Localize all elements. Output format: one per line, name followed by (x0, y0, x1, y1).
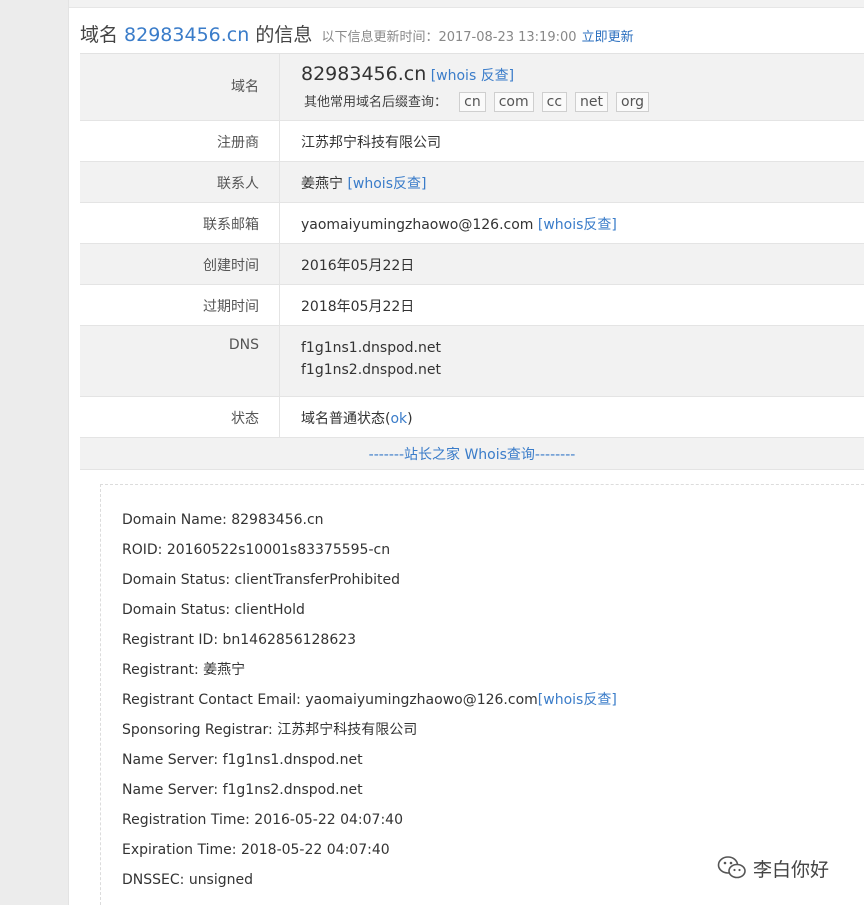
whois-email-text: Registrant Contact Email: yaomaiyumingzh… (122, 692, 538, 708)
row-domain: 域名 82983456.cn [whois 反查] 其他常用域名后缀查询： cn… (80, 54, 864, 121)
whois-line: DNSSEC: unsigned (122, 872, 254, 888)
title-domain[interactable]: 82983456.cn (124, 24, 249, 46)
whois-line: Registrant ID: bn1462856128623 (122, 632, 357, 648)
expire-value: 2018年05月22日 (301, 299, 415, 315)
left-gutter (0, 0, 68, 905)
row-contact: 联系人 姜燕宁 [whois反查] (80, 162, 864, 203)
created-label: 创建时间 (80, 244, 280, 284)
contact-whois-link[interactable]: [whois反查] (347, 176, 426, 192)
dns-label: DNS (80, 326, 280, 396)
contact-value: 姜燕宁 (301, 176, 343, 192)
contact-label: 联系人 (80, 162, 280, 202)
whois-line: Domain Status: clientHold (122, 602, 305, 618)
row-status: 状态 域名普通状态(ok) (80, 397, 864, 438)
suffix-com[interactable]: com (493, 92, 534, 112)
whois-line: Sponsoring Registrar: 江苏邦宁科技有限公司 (122, 722, 418, 738)
status-label: 状态 (80, 397, 280, 437)
whois-line: Name Server: f1g1ns2.dnspod.net (122, 782, 363, 798)
watermark: 李白你好 (717, 853, 829, 883)
registrar-label: 注册商 (80, 121, 280, 161)
suffix-cc[interactable]: cc (541, 92, 568, 112)
status-ok-link[interactable]: ok (390, 411, 407, 427)
update-now-link[interactable]: 立即更新 (582, 30, 634, 45)
domain-info-table: 域名 82983456.cn [whois 反查] 其他常用域名后缀查询： cn… (80, 53, 864, 470)
email-label: 联系邮箱 (80, 203, 280, 243)
whois-line: Registration Time: 2016-05-22 04:07:40 (122, 812, 403, 828)
gutter-divider (68, 0, 69, 905)
whois-line: Expiration Time: 2018-05-22 04:07:40 (122, 842, 390, 858)
whois-line: Domain Status: clientTransferProhibited (122, 572, 401, 588)
suffix-cn[interactable]: cn (459, 92, 486, 112)
top-strip (69, 0, 864, 8)
update-time: 以下信息更新时间：2017-08-23 13:19:00 (321, 30, 577, 45)
title-prefix: 域名 (80, 24, 125, 46)
whois-raw-box: Domain Name: 82983456.cn ROID: 20160522s… (100, 484, 864, 905)
email-whois-link[interactable]: [whois反查] (538, 217, 617, 233)
status-suffix: ) (407, 411, 413, 427)
domain-value: 82983456.cn (301, 63, 427, 85)
row-dns: DNS f1g1ns1.dnspod.net f1g1ns2.dnspod.ne… (80, 326, 864, 397)
dns-server: f1g1ns2.dnspod.net (301, 362, 441, 378)
whois-line: Name Server: f1g1ns1.dnspod.net (122, 752, 363, 768)
whois-line: Registrant: 姜燕宁 (122, 662, 246, 678)
row-expire: 过期时间 2018年05月22日 (80, 285, 864, 326)
suffix-prompt: 其他常用域名后缀查询： (304, 95, 448, 110)
page-title: 域名 82983456.cn 的信息 以下信息更新时间：2017-08-23 1… (80, 20, 864, 50)
row-registrar: 注册商 江苏邦宁科技有限公司 (80, 121, 864, 162)
whois-banner: -------站长之家 Whois查询-------- (80, 438, 864, 470)
whois-line-email: Registrant Contact Email: yaomaiyumingzh… (122, 689, 617, 719)
registrar-value: 江苏邦宁科技有限公司 (301, 135, 441, 151)
expire-label: 过期时间 (80, 285, 280, 325)
suffix-query: 其他常用域名后缀查询： cn com cc net org (301, 91, 864, 112)
watermark-text: 李白你好 (753, 858, 830, 881)
created-value: 2016年05月22日 (301, 258, 415, 274)
email-value: yaomaiyumingzhaowo@126.com (301, 217, 534, 233)
suffix-net[interactable]: net (575, 92, 609, 112)
row-created: 创建时间 2016年05月22日 (80, 244, 864, 285)
whois-reverse-link[interactable]: [whois 反查] (431, 68, 514, 84)
suffix-org[interactable]: org (616, 92, 649, 112)
whois-line: Domain Name: 82983456.cn (122, 512, 324, 528)
whois-line: ROID: 20160522s10001s83375595-cn (122, 542, 391, 558)
dns-values: f1g1ns1.dnspod.net f1g1ns2.dnspod.net (280, 326, 864, 396)
whois-email-reverse-link[interactable]: [whois反查] (538, 692, 617, 708)
wechat-icon (717, 856, 746, 879)
domain-label: 域名 (80, 54, 280, 120)
title-suffix: 的信息 (249, 24, 313, 46)
row-email: 联系邮箱 yaomaiyumingzhaowo@126.com [whois反查… (80, 203, 864, 244)
status-prefix: 域名普通状态( (301, 411, 391, 427)
